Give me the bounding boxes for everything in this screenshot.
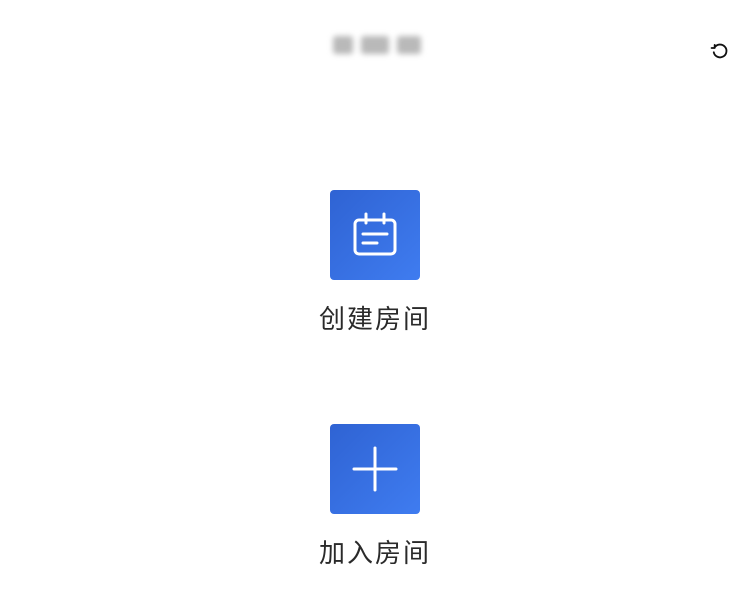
plus-icon xyxy=(352,446,398,492)
refresh-icon xyxy=(710,43,728,59)
join-room-tile[interactable] xyxy=(330,424,420,514)
create-room-tile[interactable] xyxy=(330,190,420,280)
refresh-button[interactable] xyxy=(706,36,734,64)
top-bar xyxy=(0,0,750,100)
create-room-label: 创建房间 xyxy=(318,305,431,335)
join-room-label: 加入房间 xyxy=(318,539,431,569)
join-room-button[interactable]: 加入房间 xyxy=(0,424,750,572)
page-title xyxy=(325,28,430,62)
calendar-note-icon xyxy=(353,212,397,256)
create-room-button[interactable]: 创建房间 xyxy=(0,190,750,338)
